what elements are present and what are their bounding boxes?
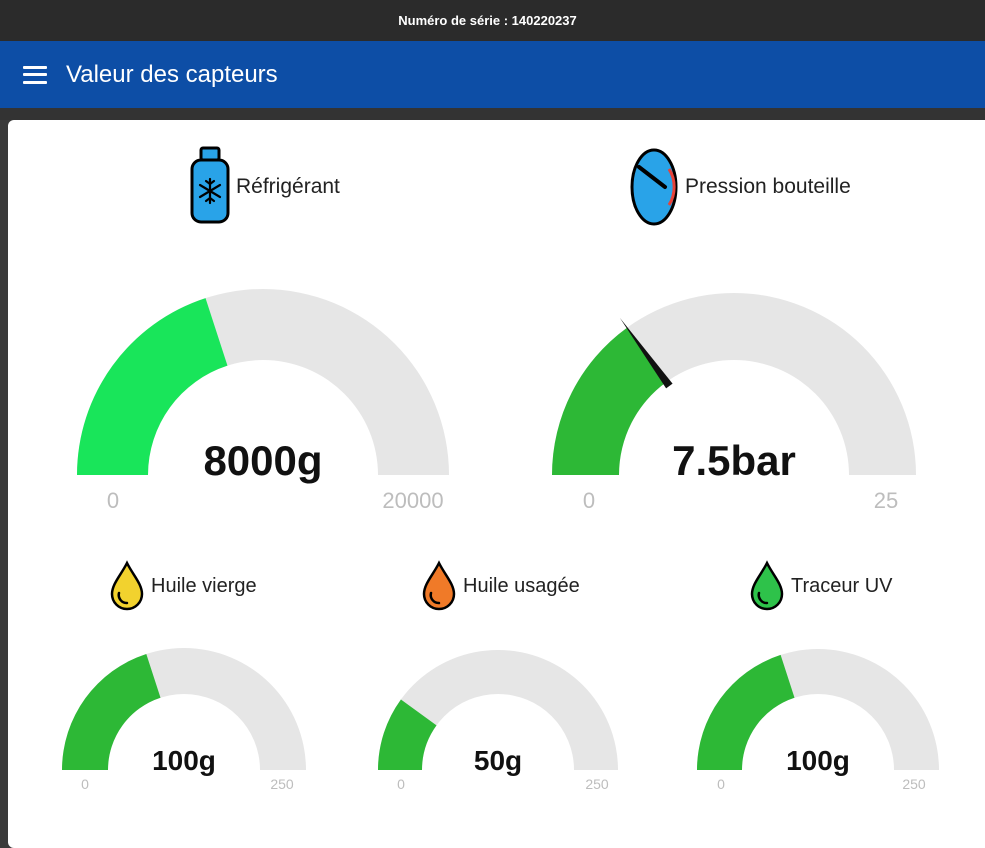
orange-oil-drop-icon xyxy=(422,560,456,611)
gauge-pression: 7.5bar 0 25 xyxy=(552,293,916,513)
gauge-value-refrigerant: 8000g xyxy=(203,437,322,484)
gauge-fill-huile-vierge xyxy=(62,653,161,770)
refrigerant-cylinder-icon xyxy=(190,146,230,224)
gauge-value-traceur-uv: 100g xyxy=(786,745,850,776)
gauge-max-traceur-uv: 250 xyxy=(902,776,926,792)
gauge-min-refrigerant: 0 xyxy=(107,488,119,513)
label-text-refrigerant: Réfrigérant xyxy=(236,175,340,198)
yellow-oil-drop-icon xyxy=(110,560,144,611)
gauge-max-refrigerant: 20000 xyxy=(382,488,443,513)
gauge-max-pression: 25 xyxy=(874,488,898,513)
gauge-fill-traceur-uv xyxy=(697,654,795,770)
label-text-huile-vierge: Huile vierge xyxy=(151,574,257,597)
gauge-value-huile-vierge: 100g xyxy=(152,745,216,776)
gauge-refrigerant: 8000g 0 20000 xyxy=(77,289,449,513)
pressure-gauge-icon xyxy=(630,148,678,226)
gauge-canvas: 8000g 0 20000 7.5bar 0 25 100g 0 250 50g 0 250 100g 0… xyxy=(62,289,939,792)
gauge-min-huile-usagee: 0 xyxy=(397,776,405,792)
gauge-min-traceur-uv: 0 xyxy=(717,776,725,792)
label-refrigerant: Réfrigérant xyxy=(190,146,340,228)
label-huile-usagee: Huile usagée xyxy=(421,560,580,612)
gauge-min-huile-vierge: 0 xyxy=(81,776,89,792)
label-pression: Pression bouteille xyxy=(629,147,851,227)
label-text-traceur-uv: Traceur UV xyxy=(791,574,893,597)
label-text-huile-usagee: Huile usagée xyxy=(463,574,580,597)
gauge-value-pression: 7.5bar xyxy=(672,437,796,484)
label-text-pression: Pression bouteille xyxy=(685,175,851,198)
green-uv-drop-icon xyxy=(750,560,784,611)
gauge-traceur-uv: 100g 0 250 xyxy=(697,649,939,792)
gauge-value-huile-usagee: 50g xyxy=(474,745,522,776)
label-traceur-uv: Traceur UV xyxy=(749,560,893,612)
gauge-min-pression: 0 xyxy=(583,488,595,513)
label-huile-vierge: Huile vierge xyxy=(109,560,257,612)
gauge-huile-vierge: 100g 0 250 xyxy=(62,648,306,792)
gauge-huile-usagee: 50g 0 250 xyxy=(378,650,618,792)
gauge-max-huile-vierge: 250 xyxy=(270,776,294,792)
gauge-max-huile-usagee: 250 xyxy=(585,776,609,792)
